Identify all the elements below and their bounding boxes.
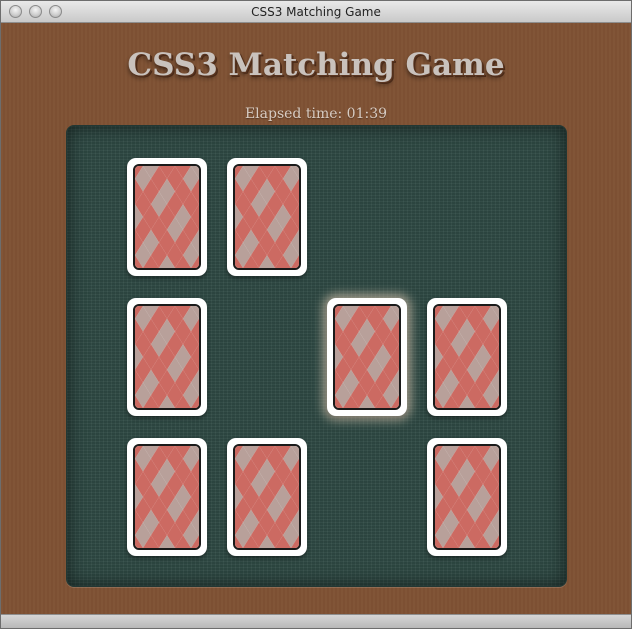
app-window: CSS3 Matching Game CSS3 Matching Game El… xyxy=(0,0,632,629)
card-back-pattern xyxy=(333,304,401,410)
card-3[interactable] xyxy=(127,298,207,416)
window-title: CSS3 Matching Game xyxy=(251,5,381,19)
card-6[interactable] xyxy=(127,438,207,556)
card-back-pattern xyxy=(233,164,301,270)
card-8[interactable] xyxy=(427,438,507,556)
card-7[interactable] xyxy=(227,438,307,556)
card-back-pattern xyxy=(133,304,201,410)
game-title: CSS3 Matching Game xyxy=(127,47,505,83)
game-board xyxy=(66,125,567,587)
card-back-pattern xyxy=(433,304,501,410)
window-titlebar[interactable]: CSS3 Matching Game xyxy=(1,1,631,23)
card-back-pattern xyxy=(233,444,301,550)
card-4[interactable] xyxy=(327,298,407,416)
window-bottom-bar xyxy=(1,614,631,628)
card-1[interactable] xyxy=(127,158,207,276)
card-2[interactable] xyxy=(227,158,307,276)
elapsed-time: Elapsed time: 01:39 xyxy=(244,106,388,122)
card-back-pattern xyxy=(433,444,501,550)
card-5[interactable] xyxy=(427,298,507,416)
card-back-pattern xyxy=(133,444,201,550)
card-back-pattern xyxy=(133,164,201,270)
game-page: CSS3 Matching Game Elapsed time: 01:39 xyxy=(1,23,631,614)
